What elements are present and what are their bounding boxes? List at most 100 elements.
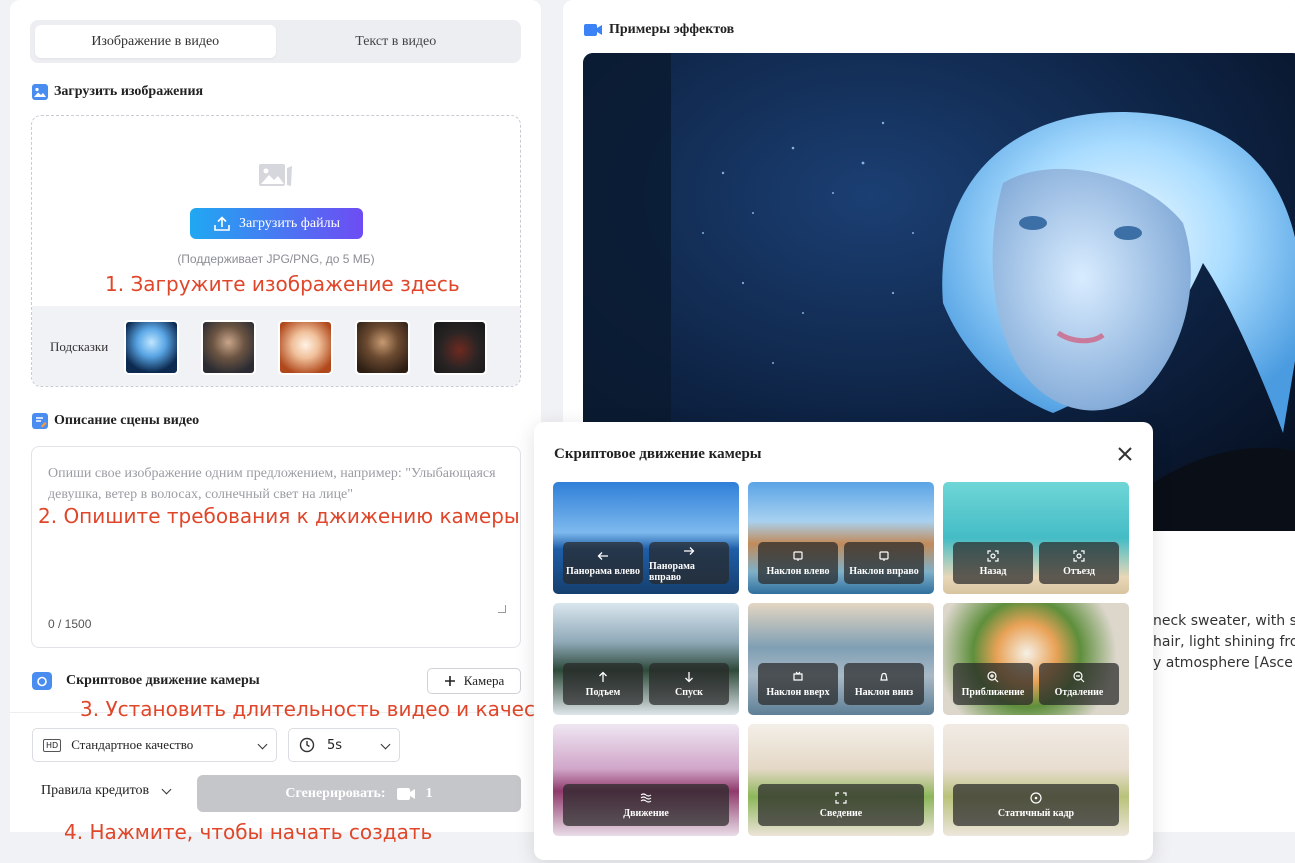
hints-label: Подсказки (50, 339, 109, 354)
camera-section-title: Скриптовое движение камеры (32, 672, 260, 690)
camera-motion-card: Статичный кадр (943, 724, 1129, 836)
camera-motion-option-button[interactable]: Статичный кадр (953, 784, 1119, 826)
examples-title: Примеры эффектов (609, 22, 735, 37)
add-camera-label: Камера (463, 673, 505, 688)
hint-thumbnail-1[interactable] (124, 319, 179, 375)
zoom-in-icon (987, 671, 999, 683)
image-icon (32, 84, 48, 100)
credits-rules-label: Правила кредитов (41, 783, 150, 798)
duration-select[interactable]: 5s (288, 728, 400, 762)
plus-icon (444, 676, 455, 686)
hint-thumbnail-5[interactable] (432, 319, 487, 375)
credits-rules-dropdown[interactable]: Правила кредитов (41, 783, 172, 799)
camera-motion-option-button[interactable]: Панорама вправо (649, 542, 729, 584)
upload-files-label: Загрузить файлы (239, 215, 340, 231)
camera-motion-option-button[interactable]: Приближение (953, 663, 1033, 705)
focus-icon (835, 792, 847, 804)
upload-dropzone[interactable]: Загрузить файлы (Поддерживает JPG/PNG, д… (31, 115, 521, 387)
camera-motion-buttons: Движение (563, 784, 729, 826)
edit-icon (32, 413, 48, 429)
camera-motion-card: Сведение (748, 724, 934, 836)
close-icon[interactable] (1115, 444, 1135, 464)
camera-motion-grid: Панорама влево Панорама вправо Наклон влев… (553, 482, 1129, 836)
hint-thumbnail-2[interactable] (201, 319, 256, 375)
chevron-down-icon (161, 784, 172, 794)
camera-motion-option-label: Панорама влево (566, 566, 640, 577)
upload-section-title: Загрузить изображения (32, 84, 203, 100)
hint-thumbnail-4[interactable] (355, 319, 410, 375)
camera-motion-buttons: Подъем Спуск (563, 663, 729, 705)
annotation-step-3: 3. Установить длительность видео и качес… (80, 697, 571, 721)
tilt-down-icon (880, 672, 888, 681)
frame-icon (987, 550, 999, 562)
camera-motion-option-label: Панорама вправо (649, 560, 695, 583)
camera-motion-option-button[interactable]: Наклон вниз (844, 663, 924, 705)
camera-motion-card: Назад Отъезд (943, 482, 1129, 594)
camera-motion-buttons: Панорама влево Панорама вправо (563, 542, 729, 584)
settings-bar: HD Стандартное качество 5s Правила креди… (10, 712, 541, 832)
frame-icon (1073, 550, 1085, 562)
hd-icon: HD (43, 738, 62, 752)
camera-motion-buttons: Наклон влево Наклон вправо (758, 542, 924, 584)
resize-handle[interactable] (498, 605, 506, 613)
duration-value: 5s (327, 737, 343, 753)
camera-motion-option-button[interactable]: Наклон вправо (844, 542, 924, 584)
hints-row: Подсказки (32, 306, 520, 386)
camera-motion-option-button[interactable]: Подъем (563, 663, 643, 705)
description-title: Описание сцены видео (54, 413, 200, 428)
camera-motion-option-button[interactable]: Назад (953, 542, 1033, 584)
camera-motion-option-label: Наклон вниз (854, 687, 914, 698)
camera-motion-modal: Скриптовое движение камеры Панорама влев… (534, 422, 1153, 860)
wave-icon (640, 793, 652, 803)
description-textarea[interactable]: Опиши свое изображение одним предложение… (31, 446, 521, 648)
generate-button[interactable]: Сгенерировать: 1 (197, 775, 521, 812)
camera-motion-option-label: Наклон влево (766, 566, 830, 577)
camera-motion-buttons: Статичный кадр (953, 784, 1119, 826)
tilt-up-icon (793, 671, 803, 681)
camera-motion-card: Приближение Отдаление (943, 603, 1129, 715)
camera-motion-option-button[interactable]: Движение (563, 784, 729, 826)
upload-icon (214, 215, 230, 231)
examples-section-title: Примеры эффектов (583, 22, 734, 38)
chevron-down-icon (257, 739, 268, 750)
upload-files-button[interactable]: Загрузить файлы (190, 208, 363, 239)
camera-motion-option-button[interactable]: Спуск (649, 663, 729, 705)
camera-motion-option-label: Назад (979, 566, 1007, 577)
camera-motion-option-label: Движение (623, 808, 669, 819)
camera-motion-card: Панорама влево Панорама вправо (553, 482, 739, 594)
camera-motion-option-label: Приближение (961, 687, 1025, 698)
target-icon (1030, 792, 1042, 804)
camera-motion-option-button[interactable]: Отъезд (1039, 542, 1119, 584)
generate-cost: 1 (425, 785, 433, 801)
tilt-right-icon (879, 551, 889, 561)
modal-title: Скриптовое движение камеры (554, 446, 762, 462)
generate-label: Сгенерировать: (285, 785, 386, 801)
arrow-down-icon (685, 672, 693, 683)
camera-motion-buttons: Сведение (758, 784, 924, 826)
camera-icon (32, 672, 52, 690)
camera-motion-option-button[interactable]: Наклон влево (758, 542, 838, 584)
camera-motion-option-label: Сведение (819, 808, 863, 819)
quality-select[interactable]: HD Стандартное качество (32, 728, 277, 762)
tab-text-to-video[interactable]: Текст в видео (276, 25, 517, 58)
camera-motion-option-button[interactable]: Сведение (758, 784, 924, 826)
chevron-down-icon (380, 739, 391, 750)
tilt-left-icon (793, 551, 803, 561)
description-char-counter: 0 / 1500 (48, 617, 92, 631)
camera-motion-option-button[interactable]: Отдаление (1039, 663, 1119, 705)
camera-title: Скриптовое движение камеры (66, 673, 260, 688)
annotation-step-2: 2. Опишите требования к джижению камеры (38, 504, 520, 528)
mode-tabs: Изображение в видео Текст в видео (30, 20, 521, 63)
hint-thumbnail-3[interactable] (278, 319, 333, 375)
clock-icon (299, 737, 315, 753)
upload-format-note: (Поддерживает JPG/PNG, до 5 МБ) (177, 252, 375, 266)
camera-motion-option-button[interactable]: Панорама влево (563, 542, 643, 584)
example-prompt-line-2: hair, light shining fro (1153, 634, 1295, 650)
description-section-title: Описание сцены видео (32, 413, 199, 429)
tab-image-to-video[interactable]: Изображение в видео (35, 25, 276, 58)
camera-motion-option-button[interactable]: Наклон вверх (758, 663, 838, 705)
camera-motion-card: Движение (553, 724, 739, 836)
camera-motion-card: Наклон вверх Наклон вниз (748, 603, 934, 715)
camera-motion-card: Подъем Спуск (553, 603, 739, 715)
add-camera-button[interactable]: Камера (427, 668, 521, 694)
